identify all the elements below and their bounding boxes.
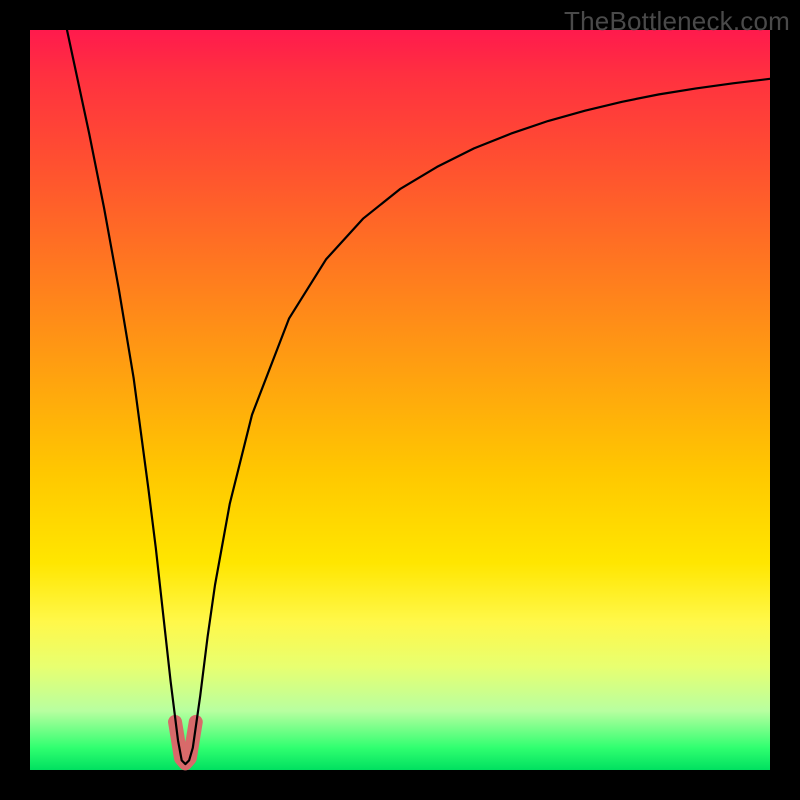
bottleneck-curve — [67, 30, 770, 764]
chart-area — [30, 30, 770, 770]
watermark-text: TheBottleneck.com — [564, 6, 790, 37]
bottleneck-plot — [30, 30, 770, 770]
